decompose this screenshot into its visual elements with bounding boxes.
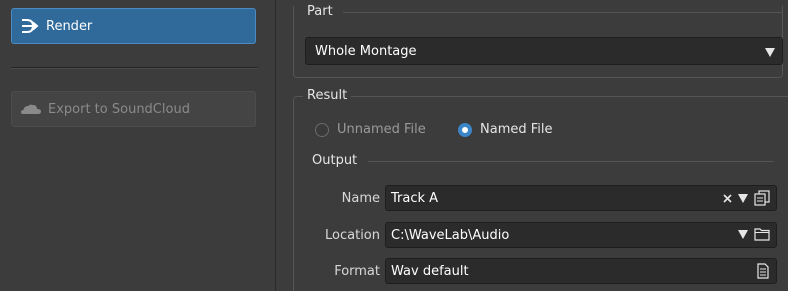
- radio-unnamed-file-label: Unnamed File: [337, 122, 426, 137]
- dropdown-arrow-icon[interactable]: [738, 229, 748, 239]
- cloud-icon: [21, 102, 43, 116]
- format-label: Format: [334, 264, 380, 279]
- radio-unnamed-file[interactable]: Unnamed File: [315, 122, 426, 137]
- part-title: Part: [303, 4, 337, 19]
- render-button[interactable]: Render: [11, 8, 256, 44]
- name-field[interactable]: Track A: [385, 185, 777, 211]
- radio-named-file[interactable]: Named File: [458, 122, 553, 137]
- part-dropdown[interactable]: Whole Montage: [305, 37, 783, 65]
- dropdown-arrow-icon: [765, 46, 775, 61]
- format-field[interactable]: Wav default: [385, 258, 777, 284]
- location-value: C:\WaveLab\Audio: [391, 227, 510, 243]
- part-group-top-border: [343, 12, 783, 13]
- location-field[interactable]: C:\WaveLab\Audio: [385, 222, 777, 248]
- location-label: Location: [325, 228, 380, 243]
- radio-named-file-indicator[interactable]: [458, 122, 472, 137]
- export-label: Export to SoundCloud: [48, 101, 190, 117]
- part-dropdown-value: Whole Montage: [315, 43, 417, 59]
- clear-icon[interactable]: [723, 193, 732, 203]
- radio-named-file-label: Named File: [480, 122, 553, 137]
- render-label: Render: [46, 18, 93, 34]
- copy-name-icon[interactable]: [754, 190, 770, 206]
- dropdown-arrow-icon[interactable]: [738, 193, 748, 203]
- name-value: Track A: [391, 190, 439, 206]
- format-settings-icon[interactable]: [756, 263, 770, 279]
- result-title: Result: [303, 88, 352, 103]
- render-icon: [21, 18, 39, 34]
- output-divider: [368, 161, 774, 162]
- sidebar-divider-highlight: [11, 68, 258, 69]
- export-soundcloud-button[interactable]: Export to SoundCloud: [11, 91, 256, 127]
- radio-unnamed-file-indicator[interactable]: [315, 122, 329, 137]
- format-value: Wav default: [391, 263, 469, 279]
- folder-icon[interactable]: [754, 227, 770, 241]
- sidebar: Render Export to SoundCloud: [0, 0, 276, 291]
- output-title: Output: [312, 153, 358, 168]
- name-label: Name: [341, 191, 380, 206]
